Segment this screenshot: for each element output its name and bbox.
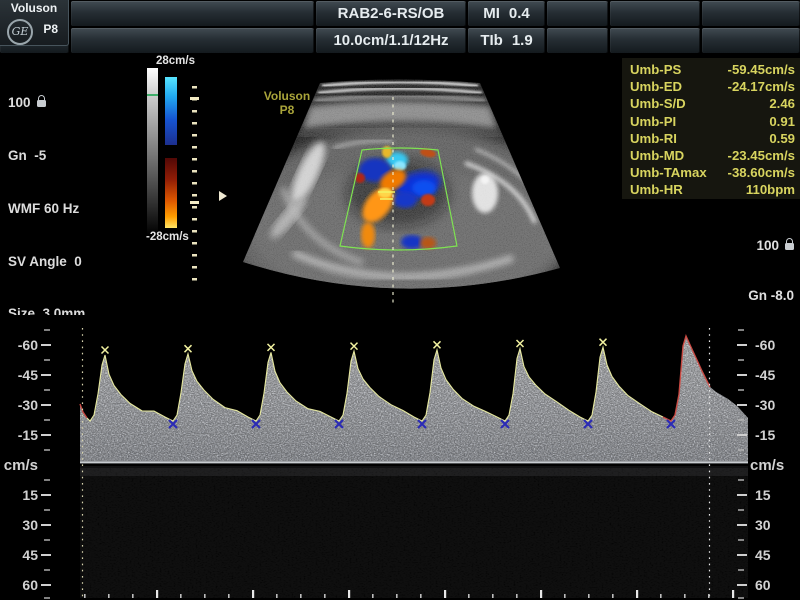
measure-value: -59.45cm/s — [728, 61, 795, 78]
header-cell-blank — [71, 28, 314, 53]
display-settings: 10.0cm/1.1/12Hz — [316, 28, 466, 53]
measure-label: Umb-S/D — [630, 95, 686, 112]
measure-value: -38.60cm/s — [728, 164, 795, 181]
measure-label: Umb-PS — [630, 61, 681, 78]
axis-tick-label: 15 — [755, 487, 771, 503]
param-line: Gn -5 — [8, 147, 100, 165]
ti-label: TIb — [480, 32, 503, 49]
header-cell-blank — [702, 28, 800, 53]
measurement-row: Umb-ED -24.17cm/s — [622, 78, 800, 95]
measurement-row: Umb-HR 110bpm — [622, 181, 800, 198]
colorflow-bar-away — [165, 158, 177, 228]
color-scale-max: 28cm/s — [156, 55, 195, 67]
ti-readout: TIb 1.9 — [468, 28, 545, 53]
axis-tick-label: -60 — [755, 337, 775, 353]
ti-value: 1.9 — [512, 32, 533, 49]
axis-tick-label: 45 — [755, 547, 771, 563]
param-line: WMF 60 Hz — [8, 200, 100, 218]
axis-tick-label: 30 — [22, 517, 38, 533]
spectral-doppler-canvas[interactable]: -60 -60 -45 -45 -30 -30 -15 -15 15 15 30 30 45 45 60 60… — [0, 315, 800, 600]
acoustic-power: 100 — [8, 94, 100, 112]
measure-label: Umb-TAmax — [630, 164, 707, 181]
probe-name-label: RAB2-6-RS/OB — [338, 5, 445, 22]
2d-image-canvas[interactable]: Voluson P8 — [213, 53, 577, 315]
depth-ruler — [192, 86, 197, 290]
image-watermark-probe: P8 — [280, 103, 295, 117]
measure-value: -23.45cm/s — [728, 147, 795, 164]
measurement-row: Umb-S/D 2.46 — [622, 95, 800, 112]
axis-tick-label: 60 — [22, 577, 38, 593]
measure-label: Umb-PI — [630, 113, 676, 130]
measure-label: Umb-HR — [630, 181, 683, 198]
acoustic-power: 100 — [717, 238, 794, 255]
measure-value: 2.46 — [769, 95, 795, 112]
grayscale-bar — [147, 68, 158, 235]
system-model: Voluson — [0, 1, 68, 15]
measurement-row: Umb-MD -23.45cm/s — [622, 147, 800, 164]
color-scale-min: -28cm/s — [146, 231, 189, 243]
axis-tick-label: -60 — [18, 337, 38, 353]
lock-icon — [785, 243, 794, 250]
axis-tick-label: -45 — [755, 367, 775, 383]
image-watermark-model: Voluson — [264, 89, 310, 103]
axis-tick-label: -30 — [755, 397, 775, 413]
measurement-row: Umb-TAmax -38.60cm/s — [622, 164, 800, 181]
header-cell-blank — [547, 28, 608, 53]
lock-icon — [37, 100, 46, 107]
axis-tick-label: -15 — [755, 427, 775, 443]
measure-value: 0.59 — [769, 130, 795, 147]
measurement-row: Umb-PI 0.91 — [622, 113, 800, 130]
measure-label: Umb-MD — [630, 147, 684, 164]
measure-value: 110bpm — [746, 181, 795, 198]
header-cell-blank — [610, 1, 700, 26]
ultrasound-screen: RAB2-6-RS/OB MI 0.4 10.0cm/1.1/12Hz TIb 1.… — [0, 0, 800, 600]
axis-tick-label: 60 — [755, 577, 771, 593]
axis-tick-label: -45 — [18, 367, 38, 383]
header-cell-blank — [547, 1, 608, 26]
ge-logo-icon: GE — [7, 19, 33, 45]
depth-ruler-major-tick — [190, 201, 199, 204]
probe-name: RAB2-6-RS/OB — [316, 1, 466, 26]
measurement-results-panel: Umb-PS -59.45cm/s Umb-ED -24.17cm/s Umb-S/… — [622, 58, 800, 199]
depth-ruler-major-tick — [190, 97, 199, 100]
axis-tick-label: 30 — [755, 517, 771, 533]
param-line: SV Angle 0 — [8, 253, 100, 271]
axis-tick-label: 45 — [22, 547, 38, 563]
header-cell-blank — [610, 28, 700, 53]
measure-value: 0.91 — [769, 113, 795, 130]
colorflow-bar-toward — [165, 77, 177, 145]
axis-tick-label: cm/s — [4, 457, 38, 474]
measurement-row: Umb-PS -59.45cm/s — [622, 61, 800, 78]
display-settings-label: 10.0cm/1.1/12Hz — [333, 32, 448, 49]
gray-marker — [147, 94, 158, 96]
system-badge: Voluson GE P8 — [0, 0, 69, 46]
param-line: Gn -8.0 — [717, 288, 794, 305]
header-cell-blank — [71, 1, 314, 26]
measure-label: Umb-RI — [630, 130, 677, 147]
axis-tick-label: -15 — [18, 427, 38, 443]
header-cell-blank — [702, 1, 800, 26]
axis-tick-label: -30 — [18, 397, 38, 413]
axis-tick-label: cm/s — [750, 457, 784, 474]
measure-label: Umb-ED — [630, 78, 682, 95]
mi-readout: MI 0.4 — [468, 1, 545, 26]
mi-label: MI — [483, 5, 500, 22]
mi-value: 0.4 — [509, 5, 530, 22]
measure-value: -24.17cm/s — [728, 78, 795, 95]
measurement-row: Umb-RI 0.59 — [622, 130, 800, 147]
system-probe-short: P8 — [43, 22, 58, 36]
axis-tick-label: 15 — [22, 487, 38, 503]
